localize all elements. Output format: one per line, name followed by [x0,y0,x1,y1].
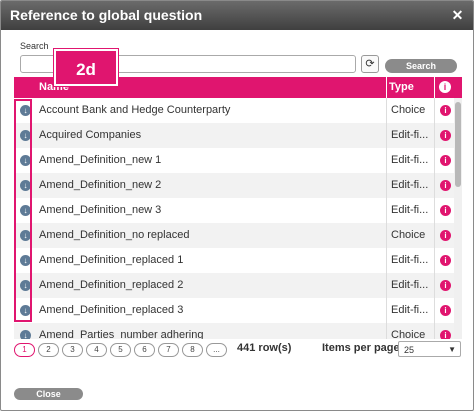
question-type: Choice [391,104,426,116]
question-name: Amend_Definition_new 2 [39,179,162,191]
question-type: Edit-fi... [391,154,429,166]
question-type: Choice [391,329,426,339]
question-type: Edit-fi... [391,179,429,191]
question-name: Amend_Definition_replaced 3 [39,304,184,316]
search-label: Search [20,41,49,51]
info-icon[interactable]: i [440,255,451,266]
column-header-type[interactable]: Type [389,77,414,98]
question-name: Amend_Parties_number adhering [39,329,204,339]
dialog-title: Reference to global question [10,7,203,23]
info-icon[interactable]: i [440,280,451,291]
table-row[interactable]: ↓ Amend_Definition_new 1 Edit-fi... i [14,148,454,173]
question-name: Amend_Definition_replaced 1 [39,254,184,266]
question-name: Amend_Definition_new 3 [39,204,162,216]
question-name: Acquired Companies [39,129,142,141]
info-icon[interactable]: i [440,130,451,141]
callout-label: 2d [54,49,118,86]
page-button[interactable]: 2 [38,343,59,357]
question-name: Amend_Definition_replaced 2 [39,279,184,291]
info-icon[interactable]: i [440,330,451,339]
question-type: Edit-fi... [391,279,429,291]
info-icon[interactable]: i [440,180,451,191]
question-type: Edit-fi... [391,304,429,316]
question-type: Choice [391,229,426,241]
page-button[interactable]: ... [206,343,227,357]
insert-arrow-icon[interactable]: ↓ [20,330,31,339]
page-button[interactable]: 5 [110,343,131,357]
page-button[interactable]: 3 [62,343,83,357]
question-name: Amend_Definition_new 1 [39,154,162,166]
column-divider [434,98,435,339]
info-icon[interactable]: i [440,230,451,241]
page-button[interactable]: 7 [158,343,179,357]
table-row[interactable]: ↓ Amend_Definition_replaced 1 Edit-fi... i [14,248,454,273]
close-button[interactable]: Close [14,388,83,400]
table-row[interactable]: ↓ Amend_Definition_replaced 2 Edit-fi... i [14,273,454,298]
table-scrollbar[interactable] [454,98,462,339]
items-per-page-value: 25 [404,345,415,355]
info-icon[interactable]: i [440,155,451,166]
info-icon[interactable]: i [440,305,451,316]
highlight-annotation-box [14,99,32,322]
question-type: Edit-fi... [391,254,429,266]
page-button[interactable]: 4 [86,343,107,357]
page-button[interactable]: 6 [134,343,155,357]
table-row[interactable]: ↓ Account Bank and Hedge Counterparty Choi… [14,98,454,123]
table-row[interactable]: ↓ Amend_Definition_no replaced Choice i [14,223,454,248]
page-button[interactable]: 1 [14,343,35,357]
table-row[interactable]: ↓ Amend_Definition_new 3 Edit-fi... i [14,198,454,223]
info-header-icon: i [439,81,451,93]
table-row[interactable]: ↓ Amend_Definition_replaced 3 Edit-fi... i [14,298,454,323]
rows-count: 441 row(s) [237,342,292,354]
info-icon[interactable]: i [440,105,451,116]
column-divider [386,98,387,339]
question-type: Edit-fi... [391,204,429,216]
scrollbar-thumb[interactable] [455,102,461,187]
items-per-page-label: Items per page [322,342,400,354]
refresh-icon[interactable]: ⟳ [361,55,379,73]
info-icon[interactable]: i [440,205,451,216]
reference-dialog: Reference to global question ✕ Search ⟳ … [0,0,474,411]
question-type: Edit-fi... [391,129,429,141]
question-name: Account Bank and Hedge Counterparty [39,104,231,116]
chevron-down-icon: ▼ [448,345,456,354]
table-row[interactable]: ↓ Amend_Parties_number adhering Choice i [14,323,454,339]
table-row[interactable]: ↓ Acquired Companies Edit-fi... i [14,123,454,148]
search-button[interactable]: Search [385,59,457,73]
dialog-titlebar: Reference to global question ✕ [1,1,473,30]
close-icon[interactable]: ✕ [450,8,465,23]
items-per-page-select[interactable]: 25 ▼ [398,341,461,357]
question-name: Amend_Definition_no replaced [39,229,190,241]
page-button[interactable]: 8 [182,343,203,357]
column-divider [434,77,435,98]
questions-table: Name Type i ↓ Account Bank and Hedge Coun… [14,77,462,339]
table-row[interactable]: ↓ Amend_Definition_new 2 Edit-fi... i [14,173,454,198]
column-divider [386,77,387,98]
